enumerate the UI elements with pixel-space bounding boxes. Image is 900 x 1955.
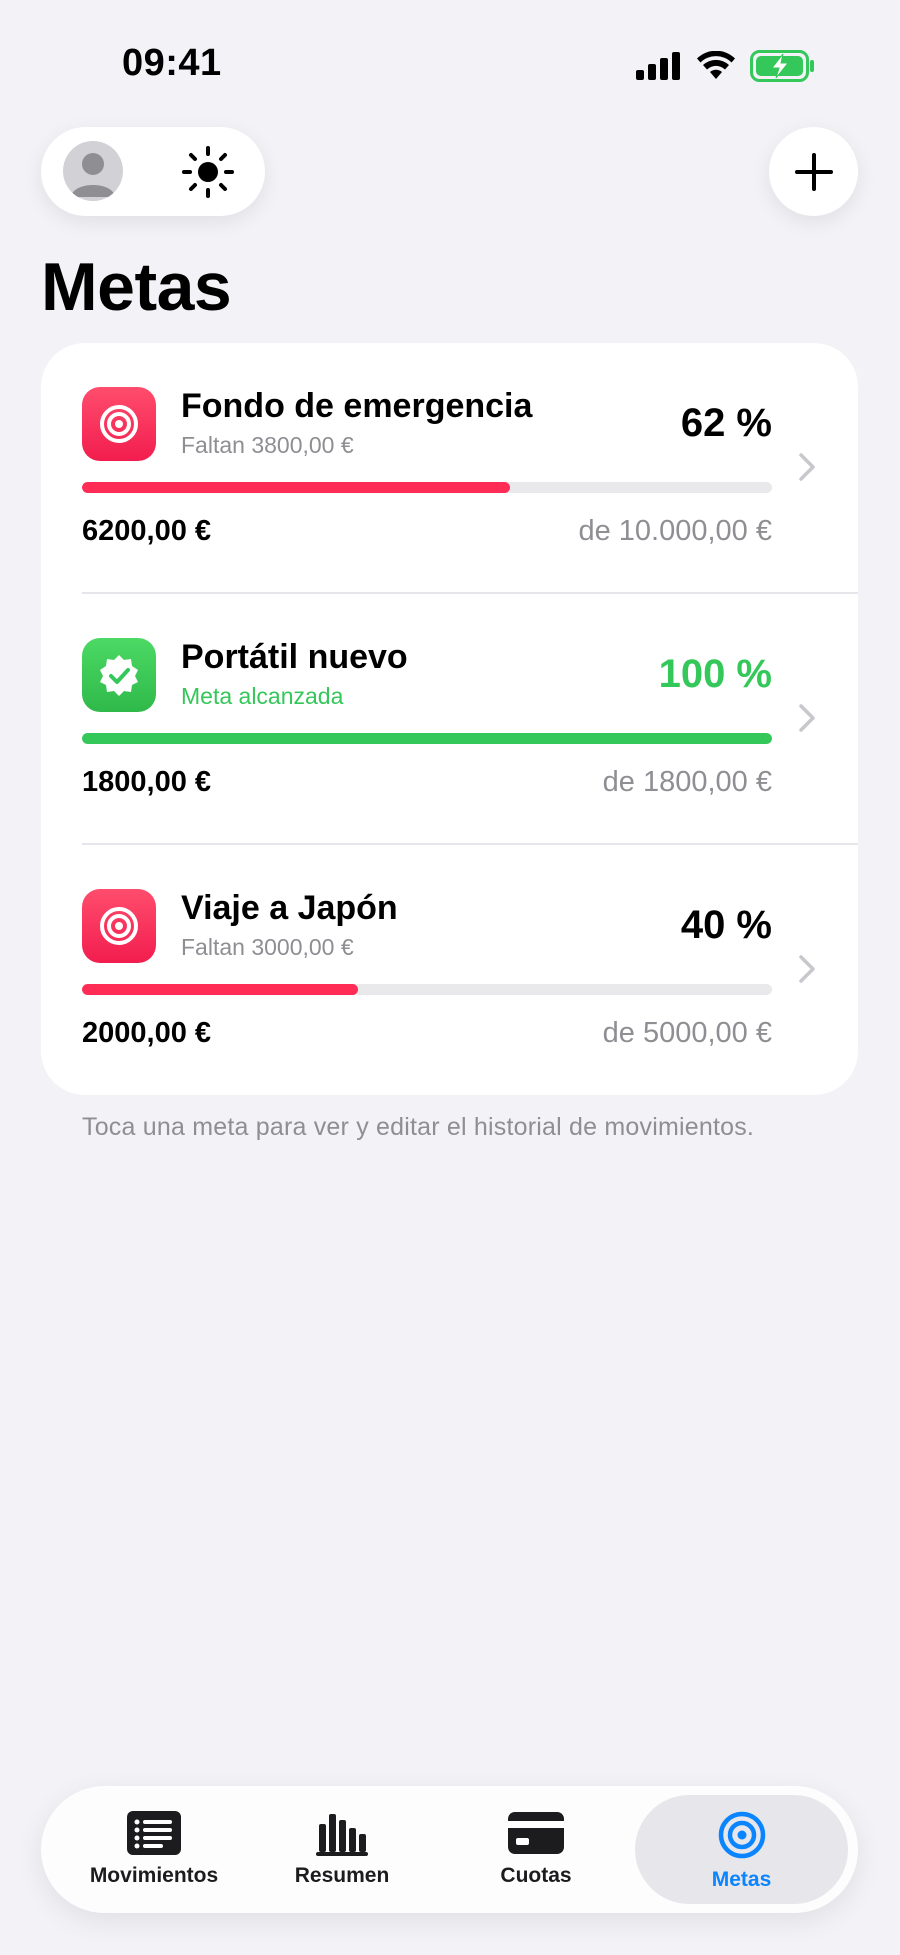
plus-icon — [794, 152, 833, 191]
person-icon — [71, 153, 115, 197]
goal-name: Fondo de emergencia — [181, 387, 533, 425]
goal-name: Viaje a Japón — [181, 889, 398, 927]
tab-metas[interactable]: Metas — [635, 1786, 848, 1913]
sun-icon — [182, 146, 234, 198]
chevron-right-icon — [799, 955, 815, 983]
tab-resumen[interactable]: Resumen — [249, 1786, 435, 1913]
goal-progress-bar — [82, 733, 772, 744]
tab-label: Metas — [711, 1868, 772, 1891]
status-bar: 09:41 — [0, 0, 900, 120]
target-icon — [100, 405, 138, 443]
add-goal-button[interactable] — [769, 127, 858, 216]
chevron-right-icon — [799, 704, 815, 732]
goal-target-amount: de 10.000,00 € — [578, 515, 772, 547]
target-icon — [718, 1811, 765, 1859]
chevron-right-icon — [799, 453, 815, 481]
goal-remaining: Faltan 3800,00 € — [181, 432, 354, 458]
avatar[interactable] — [63, 141, 123, 201]
bar-chart-icon — [316, 1814, 368, 1856]
goal-row-viaje-a-japon[interactable]: Viaje a Japón Faltan 3000,00 € 40 % 2000… — [41, 845, 858, 1095]
tab-label: Movimientos — [89, 1864, 219, 1887]
wifi-icon — [697, 51, 735, 79]
checkmark-seal-icon — [100, 655, 138, 696]
goal-percent: 40 % — [680, 903, 772, 947]
header-controls — [41, 127, 265, 216]
goals-card: Fondo de emergencia Faltan 3800,00 € 62 … — [41, 343, 858, 1095]
goal-progress-fill — [82, 984, 358, 995]
list-icon — [127, 1811, 181, 1855]
theme-toggle-button[interactable] — [181, 145, 235, 199]
goal-remaining: Faltan 3000,00 € — [181, 934, 354, 960]
goal-percent: 62 % — [680, 401, 772, 445]
goal-icon-badge — [82, 889, 156, 963]
goal-status: Meta alcanzada — [181, 683, 344, 709]
goal-progress-bar — [82, 984, 772, 995]
goal-target-amount: de 5000,00 € — [602, 1017, 772, 1049]
goal-progress-bar — [82, 482, 772, 493]
goal-icon-badge — [82, 638, 156, 712]
goal-progress-fill — [82, 733, 772, 744]
tab-label: Cuotas — [500, 1864, 572, 1887]
tab-movimientos[interactable]: Movimientos — [41, 1786, 267, 1913]
goal-row-portatil-nuevo[interactable]: Portátil nuevo Meta alcanzada 100 % 1800… — [41, 594, 858, 844]
battery-charging-icon — [750, 50, 814, 82]
help-hint: Toca una meta para ver y editar el histo… — [82, 1113, 755, 1141]
goal-saved-amount: 1800,00 € — [82, 766, 212, 798]
status-icons — [636, 50, 816, 82]
goal-target-amount: de 1800,00 € — [602, 766, 772, 798]
goal-percent: 100 % — [658, 652, 772, 696]
status-time: 09:41 — [122, 42, 222, 84]
tab-cuotas[interactable]: Cuotas — [441, 1786, 631, 1913]
goal-icon-badge — [82, 387, 156, 461]
tab-label: Resumen — [294, 1864, 390, 1887]
goal-saved-amount: 6200,00 € — [82, 515, 212, 547]
goal-row-fondo-de-emergencia[interactable]: Fondo de emergencia Faltan 3800,00 € 62 … — [41, 343, 858, 593]
goal-name: Portátil nuevo — [181, 638, 408, 676]
goal-progress-fill — [82, 482, 510, 493]
credit-card-icon — [508, 1812, 564, 1854]
goal-saved-amount: 2000,00 € — [82, 1017, 212, 1049]
page-title: Metas — [41, 249, 232, 325]
target-icon — [100, 907, 138, 945]
tab-bar: Movimientos Resumen Cuotas Metas — [41, 1786, 858, 1913]
cellular-signal-icon — [636, 52, 680, 80]
